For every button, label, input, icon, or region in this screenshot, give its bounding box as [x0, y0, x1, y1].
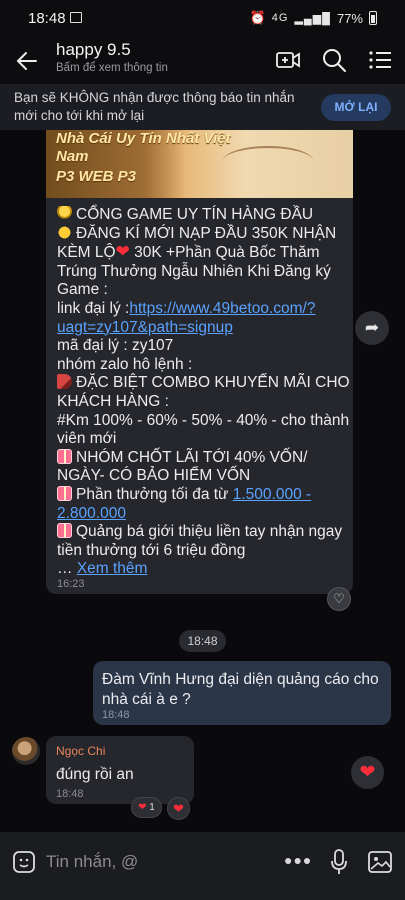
text-line: Game : [57, 281, 108, 299]
chat-subtitle[interactable]: Bấm để xem thông tin [56, 62, 168, 74]
incoming-message-bubble[interactable]: Nhà Cái Uy Tín Nhất Việt Nam P3 WEB P3 C… [46, 130, 353, 594]
quick-heart-reaction-button[interactable]: ❤ [351, 756, 384, 789]
signup-link-continued[interactable]: uagt=zy107&path=signup [57, 319, 233, 336]
microphone-icon[interactable] [329, 848, 349, 876]
message-time: 16:23 [57, 578, 85, 590]
status-indicators: ⏰ 4G ▂▄▆█ 77% [250, 10, 377, 26]
heart-icon: ❤ [138, 802, 147, 813]
message-list[interactable]: Nhà Cái Uy Tín Nhất Việt Nam P3 WEB P3 C… [0, 130, 405, 832]
text-line: Phần thưởng tối đa từ [76, 485, 233, 503]
react-heart-outline-button[interactable]: ♡ [327, 587, 351, 611]
signup-link[interactable]: https://www.49betoo.com/? [129, 300, 315, 317]
text-line: ĐĂNG KÍ MỚI NẠP ĐẦU 350K NHẬN [76, 224, 337, 242]
outgoing-message-text: Đàm Vĩnh Hưng đại diện quảng cáo cho nhà… [102, 671, 379, 708]
incoming-message-text: đúng rồi an [56, 766, 134, 783]
message-time: 18:48 [102, 709, 130, 721]
text-line: Trúng Thưởng Ngẫu Nhiên Khi Đăng ký [57, 262, 331, 280]
time-divider: 18:48 [179, 630, 226, 652]
text-line: NHÓM CHỐT LÃI TỚI 40% VỐN/ [76, 448, 308, 466]
gift-icon [57, 523, 72, 539]
back-arrow-icon[interactable] [14, 48, 40, 74]
sender-name[interactable]: Ngọc Chi [56, 744, 105, 758]
ellipsis: … [57, 560, 77, 578]
amount-link-continued[interactable]: 2.800.000 [57, 505, 126, 522]
text-line: Quảng bá giới thiệu liền tay nhận ngay [76, 523, 343, 541]
text-line: viên mới [57, 430, 117, 448]
text-line: ĐẶC BIỆT COMBO KHUYẾN MÃI CHO [76, 374, 350, 392]
text-line: nhóm zalo hô lệnh : [57, 355, 193, 373]
status-time: 18:48 [28, 10, 66, 27]
text-line: KHÁCH HÀNG : [57, 392, 169, 410]
pointing-hand-icon [57, 224, 72, 240]
battery-percent: 77% [336, 10, 363, 26]
message-input[interactable]: Tin nhắn, @ [46, 852, 138, 872]
signal-icon: ▂▄▆█ [294, 12, 331, 25]
banner-decoration [223, 146, 313, 176]
image-notification-icon [70, 12, 82, 23]
reaction-badge[interactable]: ❤ 1 [131, 797, 162, 818]
mute-notice-text: Bạn sẽ KHÔNG nhận được thông báo tin nhắ… [14, 90, 295, 123]
text-line: 30K +Phần Quà Bốc Thăm [129, 244, 320, 262]
network-type: 4G [271, 12, 289, 24]
message-text: CỔNG GAME UY TÍN HÀNG ĐẦU ĐĂNG KÍ MỚI NẠ… [57, 206, 350, 579]
gift-icon [57, 448, 72, 464]
avatar[interactable] [12, 737, 40, 765]
status-bar: 18:48 ⏰ 4G ▂▄▆█ 77% [0, 0, 405, 38]
reaction-count: 1 [149, 802, 155, 813]
text-line: mã đại lý : zy107 [57, 337, 174, 355]
message-time: 18:48 [56, 788, 84, 800]
banner-text-line2: Nam [56, 148, 89, 165]
amount-link[interactable]: 1.500.000 - [233, 486, 311, 503]
gift-icon [57, 485, 72, 501]
text-line: CỔNG GAME UY TÍN HÀNG ĐẦU [76, 206, 314, 223]
promo-banner-image[interactable]: Nhà Cái Uy Tín Nhất Việt Nam P3 WEB P3 [46, 130, 353, 198]
sticker-icon[interactable] [12, 850, 36, 874]
incoming-message-bubble[interactable]: Ngọc Chi đúng rồi an 18:48 [46, 736, 194, 804]
message-composer: Tin nhắn, @ ●●● [0, 832, 405, 900]
more-options-icon[interactable]: ●●● [284, 852, 312, 868]
unmute-button[interactable]: MỞ LẠI [321, 94, 391, 121]
alarm-icon: ⏰ [249, 10, 266, 25]
trophy-icon [57, 206, 72, 221]
text-line: KÈM LỘ [57, 244, 116, 262]
share-forward-button[interactable]: ➦ [355, 311, 389, 345]
image-picker-icon[interactable] [367, 850, 393, 874]
chat-header: happy 9.5 Bấm để xem thông tin [0, 38, 405, 84]
banner-text-line3: P3 WEB P3 [56, 168, 137, 185]
megaphone-icon [57, 374, 72, 390]
react-heart-button[interactable]: ❤ [167, 797, 190, 820]
battery-icon [369, 11, 377, 25]
mute-notice: Bạn sẽ KHÔNG nhận được thông báo tin nhắ… [0, 84, 405, 130]
text-line: link đại lý : [57, 299, 130, 317]
outgoing-message-bubble[interactable]: Đàm Vĩnh Hưng đại diện quảng cáo cho nhà… [93, 661, 391, 725]
search-icon[interactable] [320, 46, 348, 74]
video-call-icon[interactable] [274, 46, 302, 74]
text-line: tiền thưởng tới 6 triệu đồng [57, 541, 246, 559]
banner-text-line1: Nhà Cái Uy Tín Nhất Việt [56, 130, 231, 147]
see-more-link[interactable]: Xem thêm [77, 560, 148, 577]
heart-icon: ❤ [115, 242, 130, 262]
menu-list-icon[interactable] [366, 46, 394, 74]
text-line: #Km 100% - 60% - 50% - 40% - cho thành [57, 411, 350, 429]
text-line: NGÀY- CÓ BẢO HIỂM VỐN [57, 467, 251, 485]
chat-title[interactable]: happy 9.5 [56, 40, 131, 60]
